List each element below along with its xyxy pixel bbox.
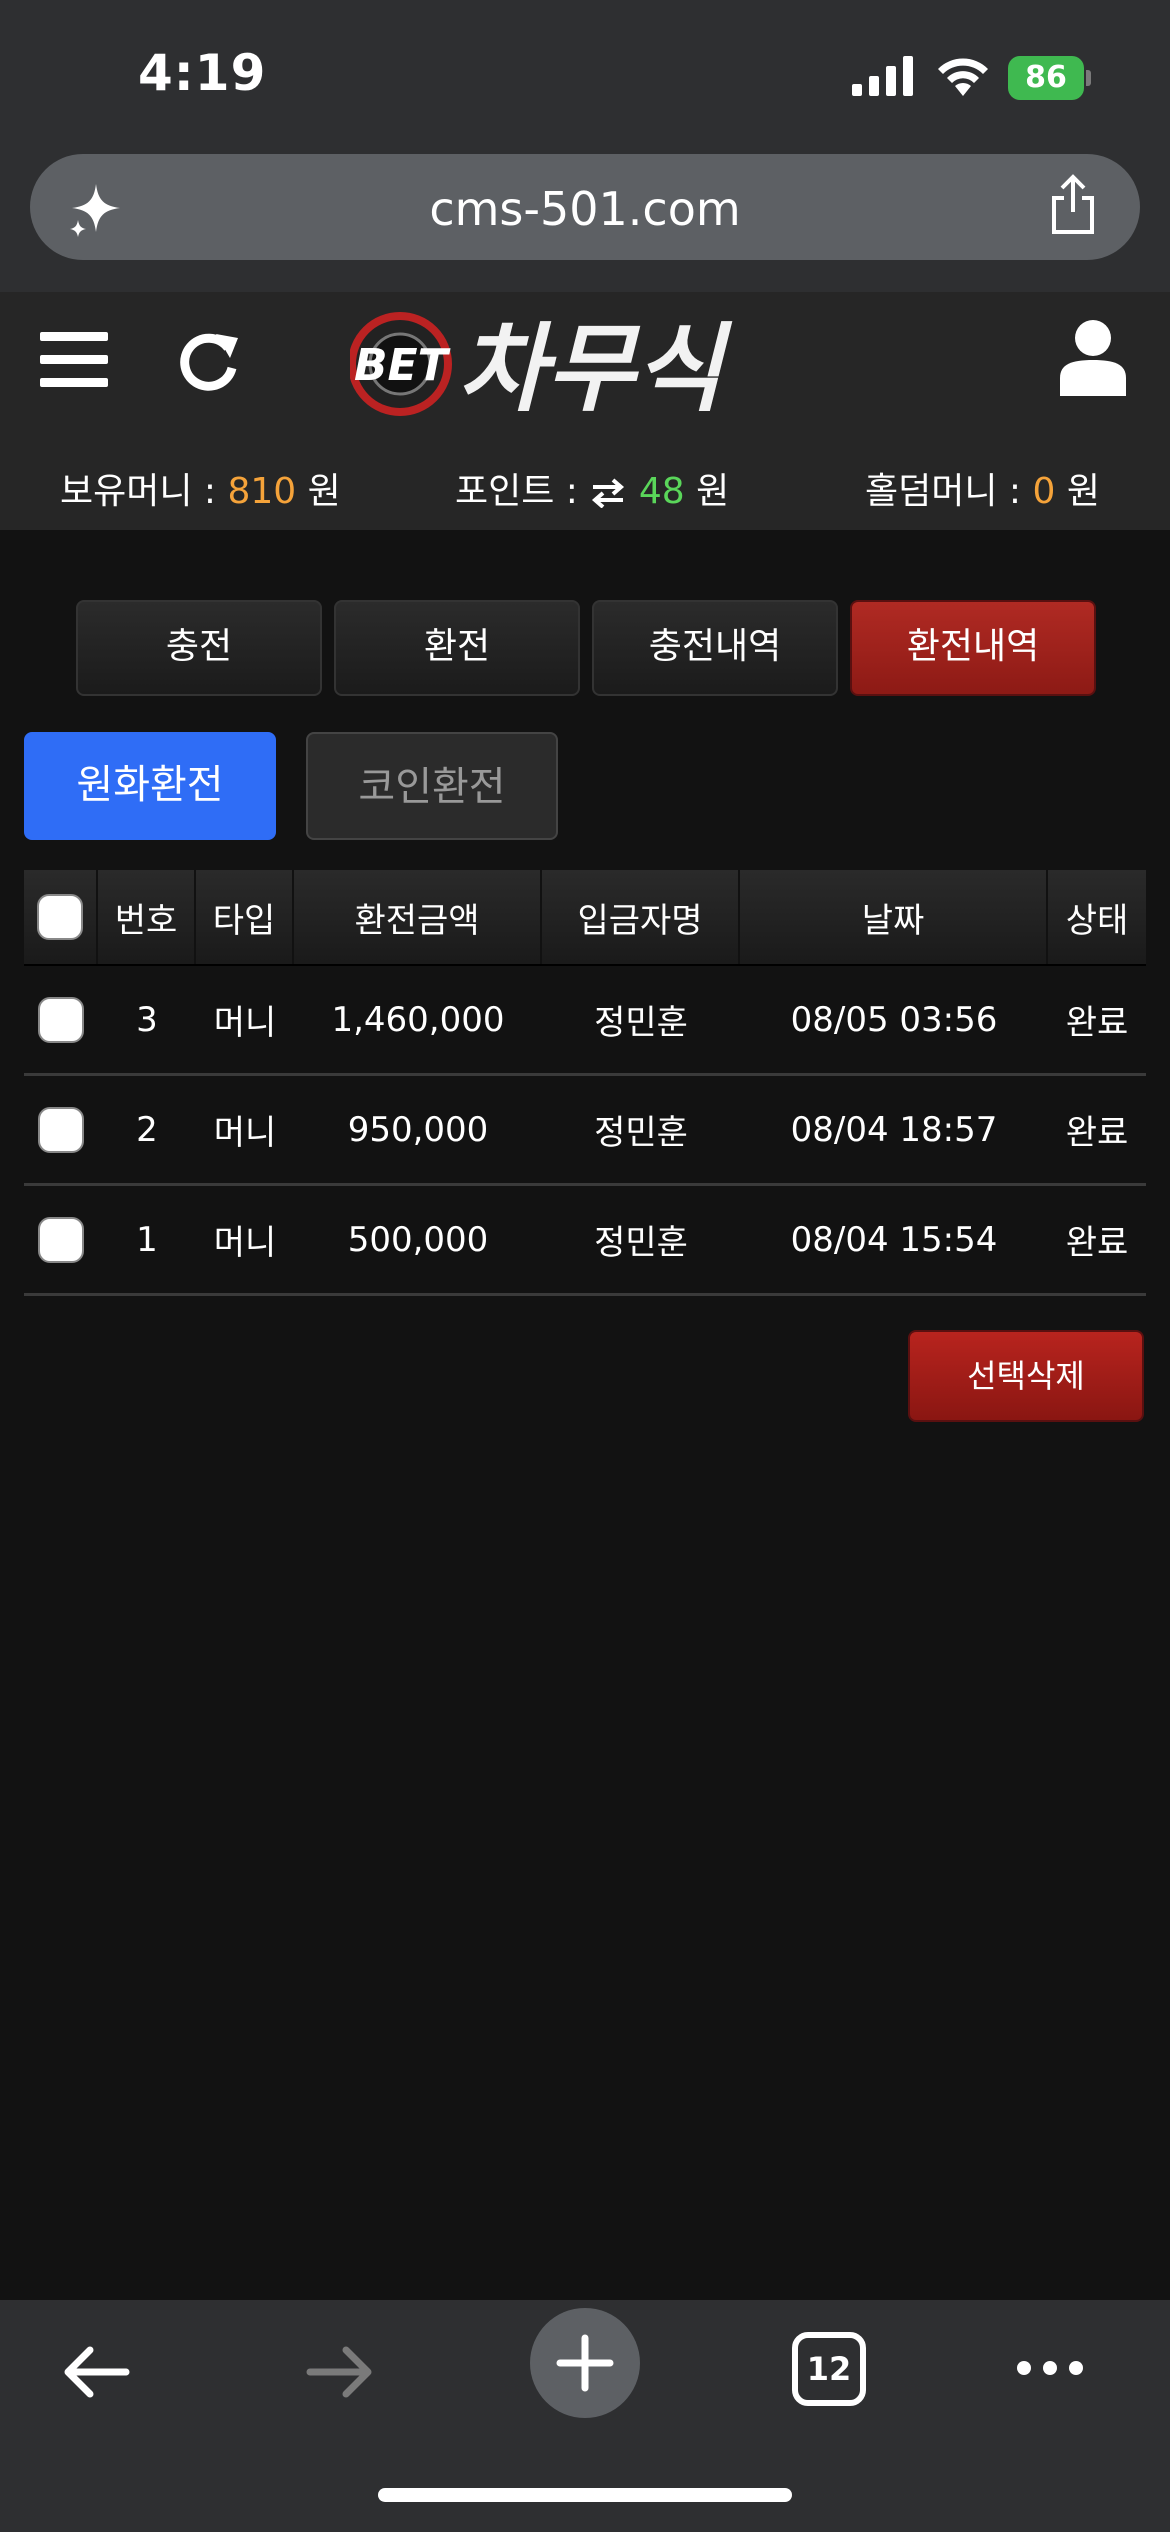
more-icon[interactable] xyxy=(1014,2356,1086,2380)
row-amount: 1,460,000 xyxy=(331,999,505,1040)
battery-icon: 86 xyxy=(1008,56,1091,100)
cellular-signal-icon xyxy=(852,56,913,96)
back-arrow-icon[interactable] xyxy=(60,2340,132,2404)
row-checkbox-cell xyxy=(24,966,98,1073)
select-all-checkbox[interactable] xyxy=(37,894,83,940)
status-bar: 4:19 86 xyxy=(0,0,1170,150)
main-tabs: 충전 환전 충전내역 환전내역 xyxy=(76,600,1096,696)
user-icon[interactable] xyxy=(1058,318,1128,396)
tab-deposit[interactable]: 충전 xyxy=(76,600,322,696)
battery-tip xyxy=(1086,70,1091,86)
row-date: 08/05 03:56 xyxy=(790,999,998,1040)
delete-selected-button[interactable]: 선택삭제 xyxy=(908,1330,1144,1422)
plus-icon xyxy=(556,2334,614,2392)
balance-label: 보유머니 : xyxy=(60,471,228,512)
balance-money: 보유머니 : 810 원 xyxy=(60,462,341,514)
balance-bar: 보유머니 : 810 원 포인트 : 48 원 홀덤머니 : 0 원 xyxy=(0,462,1170,512)
row-checkbox[interactable] xyxy=(38,1106,84,1153)
row-status: 완료 xyxy=(1065,1223,1129,1263)
tab-switcher-button[interactable]: 12 xyxy=(792,2332,866,2406)
site-logo[interactable]: BET 차무식 xyxy=(350,302,800,420)
tab-withdraw-history[interactable]: 환전내역 xyxy=(850,600,1096,696)
tab-withdraw[interactable]: 환전 xyxy=(334,600,580,696)
url-text[interactable]: cms-501.com xyxy=(30,182,1140,236)
battery-level: 86 xyxy=(1008,56,1084,100)
row-checkbox[interactable] xyxy=(38,1216,84,1263)
row-checkbox-cell xyxy=(24,1076,98,1183)
table-row: 2 머니 950,000 정민훈 08/04 18:57 완료 xyxy=(24,1076,1146,1186)
row-no: 3 xyxy=(136,999,158,1040)
header-date: 날짜 xyxy=(740,870,1048,964)
wifi-icon xyxy=(938,58,988,96)
holdem-label: 홀덤머니 : xyxy=(865,471,1033,512)
balance-currency: 원 xyxy=(307,471,341,512)
header-status: 상태 xyxy=(1065,900,1129,941)
tab-deposit-history[interactable]: 충전내역 xyxy=(592,600,838,696)
forward-arrow-icon[interactable] xyxy=(304,2340,376,2404)
row-amount: 500,000 xyxy=(347,1219,489,1260)
row-depositor: 정민훈 xyxy=(594,1113,688,1153)
row-depositor: 정민훈 xyxy=(594,1003,688,1043)
header-type: 타입 xyxy=(196,870,294,964)
row-no: 1 xyxy=(136,1219,158,1260)
header-no: 번호 xyxy=(98,870,196,964)
new-tab-button[interactable] xyxy=(530,2308,640,2418)
table-row: 1 머니 500,000 정민훈 08/04 15:54 완료 xyxy=(24,1186,1146,1296)
row-type: 머니 xyxy=(213,1223,277,1263)
holdem-money: 홀덤머니 : 0 원 xyxy=(865,462,1100,514)
svg-text:BET: BET xyxy=(354,340,451,391)
header-amount: 환전금액 xyxy=(294,870,542,964)
row-no: 2 xyxy=(136,1109,158,1150)
share-icon[interactable] xyxy=(1046,174,1100,236)
row-type: 머니 xyxy=(213,1113,277,1153)
subtab-coin-withdraw[interactable]: 코인환전 xyxy=(306,732,558,840)
header-depositor: 입금자명 xyxy=(542,870,740,964)
header-checkbox-cell xyxy=(24,870,98,964)
row-depositor: 정민훈 xyxy=(594,1223,688,1263)
row-date: 08/04 15:54 xyxy=(790,1219,998,1260)
browser-toolbar: cms-501.com xyxy=(0,150,1170,292)
row-type: 머니 xyxy=(213,1003,277,1043)
exchange-icon[interactable] xyxy=(589,478,627,509)
holdem-currency: 원 xyxy=(1066,471,1100,512)
row-checkbox[interactable] xyxy=(38,996,84,1043)
table-row: 3 머니 1,460,000 정민훈 08/05 03:56 완료 xyxy=(24,966,1146,1076)
refresh-icon[interactable] xyxy=(176,328,242,394)
row-date: 08/04 18:57 xyxy=(790,1109,998,1150)
home-indicator[interactable] xyxy=(378,2488,792,2502)
withdraw-history-table: 번호 타입 환전금액 입금자명 날짜 상태 3 머니 1,460,000 정민훈… xyxy=(24,870,1146,1296)
site-header: BET 차무식 보유머니 : 810 원 포인트 : 48 원 홀덤머니 : 0… xyxy=(0,292,1170,530)
status-time: 4:19 xyxy=(138,44,267,102)
row-status: 완료 xyxy=(1065,1003,1129,1043)
points: 포인트 : 48 원 xyxy=(455,462,729,514)
row-status: 완료 xyxy=(1065,1113,1129,1153)
svg-text:차무식: 차무식 xyxy=(458,313,733,420)
balance-value: 810 xyxy=(227,471,297,512)
points-value: 48 xyxy=(638,471,685,512)
row-checkbox-cell xyxy=(24,1186,98,1293)
subtab-krw-withdraw[interactable]: 원화환전 xyxy=(24,732,276,840)
row-amount: 950,000 xyxy=(347,1109,489,1150)
points-label: 포인트 : xyxy=(455,471,590,512)
holdem-value: 0 xyxy=(1032,471,1056,512)
address-bar[interactable]: cms-501.com xyxy=(30,154,1140,260)
table-header: 번호 타입 환전금액 입금자명 날짜 상태 xyxy=(24,870,1146,966)
points-currency: 원 xyxy=(696,471,730,512)
menu-icon[interactable] xyxy=(40,332,108,390)
